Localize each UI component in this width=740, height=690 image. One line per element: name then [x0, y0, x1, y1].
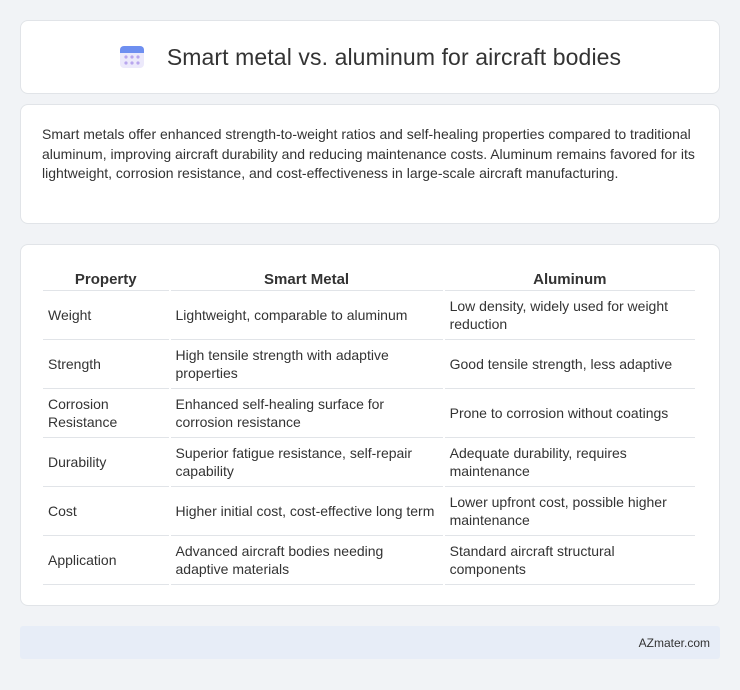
cell-aluminum: Adequate durability, requires maintenanc… [444, 438, 695, 487]
calendar-icon [119, 46, 144, 68]
cell-smart-metal: Advanced aircraft bodies needing adaptiv… [170, 536, 443, 585]
cell-property: Durability [43, 438, 169, 487]
summary-text: Smart metals offer enhanced strength-to-… [42, 126, 695, 181]
cell-smart-metal: Lightweight, comparable to aluminum [170, 291, 443, 340]
cell-property: Cost [43, 487, 169, 536]
cell-aluminum: Prone to corrosion without coatings [444, 389, 695, 438]
cell-smart-metal: Enhanced self-healing surface for corros… [170, 389, 443, 438]
cell-property: Application [43, 536, 169, 585]
comparison-table: Property Smart Metal Aluminum Weight Lig… [41, 267, 697, 585]
cell-smart-metal: Superior fatigue resistance, self-repair… [170, 438, 443, 487]
header-card: Smart metal vs. aluminum for aircraft bo… [20, 20, 720, 94]
table-row: Weight Lightweight, comparable to alumin… [43, 291, 695, 340]
footer-brand: AZmater.com [638, 635, 710, 650]
table-row: Application Advanced aircraft bodies nee… [43, 536, 695, 585]
summary-card: Smart metals offer enhanced strength-to-… [20, 104, 720, 224]
cell-property: Corrosion Resistance [43, 389, 169, 438]
comparison-table-card: Property Smart Metal Aluminum Weight Lig… [20, 244, 720, 606]
cell-aluminum: Good tensile strength, less adaptive [444, 340, 695, 389]
cell-smart-metal: Higher initial cost, cost-effective long… [170, 487, 443, 536]
footer-bar: AZmater.com [20, 626, 720, 659]
table-row: Corrosion Resistance Enhanced self-heali… [43, 389, 695, 438]
header-property: Property [43, 267, 169, 291]
table-header-row: Property Smart Metal Aluminum [43, 267, 695, 291]
cell-smart-metal: High tensile strength with adaptive prop… [170, 340, 443, 389]
page-title: Smart metal vs. aluminum for aircraft bo… [166, 43, 622, 70]
cell-property: Weight [43, 291, 169, 340]
cell-aluminum: Low density, widely used for weight redu… [444, 291, 695, 340]
table-row: Cost Higher initial cost, cost-effective… [43, 487, 695, 536]
header-smart-metal: Smart Metal [170, 267, 443, 291]
cell-property: Strength [43, 340, 169, 389]
table-row: Durability Superior fatigue resistance, … [43, 438, 695, 487]
cell-aluminum: Lower upfront cost, possible higher main… [444, 487, 695, 536]
header-aluminum: Aluminum [444, 267, 695, 291]
cell-aluminum: Standard aircraft structural components [444, 536, 695, 585]
table-row: Strength High tensile strength with adap… [43, 340, 695, 389]
